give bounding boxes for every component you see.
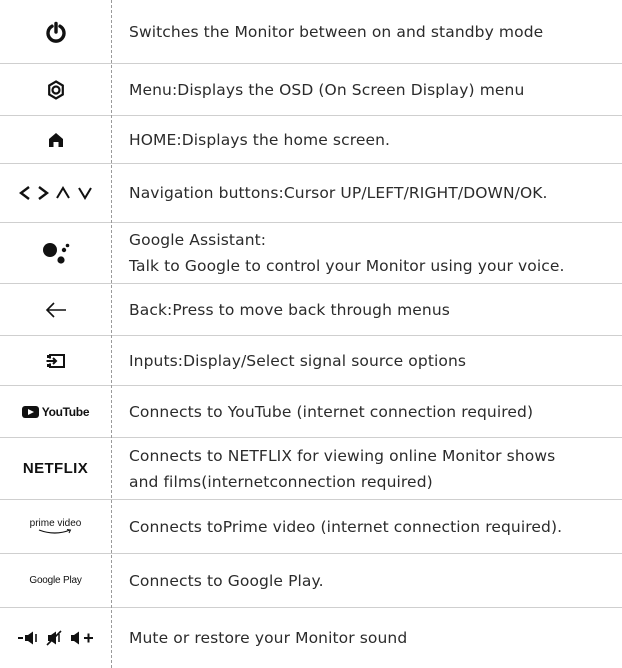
netflix-logo: NETFLIX [0, 438, 111, 499]
google-play-logo-text: Google Play [29, 575, 82, 586]
table-row: prime video Connects toPrime video (inte… [0, 500, 622, 554]
table-row: NETFLIX Connects to NETFLIX for viewing … [0, 438, 622, 500]
table-row: Google Assistant: Talk to Google to cont… [0, 223, 622, 284]
table-row: Inputs:Display/Select signal source opti… [0, 336, 622, 386]
youtube-logo: YouTube [0, 386, 111, 437]
youtube-logo-text: YouTube [41, 404, 90, 419]
table-row: Menu:Displays the OSD (On Screen Display… [0, 64, 622, 116]
google-assistant-icon [0, 223, 111, 283]
netflix-logo-text: NETFLIX [22, 460, 89, 477]
table-row: Mute or restore your Monitor sound [0, 608, 622, 668]
row-description: Talk to Google to control your Monitor u… [129, 257, 565, 275]
volume-up-icon [70, 631, 93, 645]
row-description: Connects toPrime video (internet connect… [129, 517, 563, 536]
volume-down-icon [17, 631, 37, 645]
prime-smile-icon [39, 528, 72, 534]
column-divider [111, 0, 112, 668]
prime-video-logo: prime video [0, 500, 111, 553]
youtube-play-icon [21, 405, 39, 418]
menu-gear-icon [0, 64, 111, 115]
row-description: Navigation buttons:Cursor UP/LEFT/RIGHT/… [129, 184, 548, 202]
table-row: Navigation buttons:Cursor UP/LEFT/RIGHT/… [0, 164, 622, 223]
input-source-icon [0, 336, 111, 385]
table-row: HOME:Displays the home screen. [0, 116, 622, 164]
row-description: Mute or restore your Monitor sound [129, 629, 408, 647]
row-description: HOME:Displays the home screen. [129, 130, 391, 149]
row-description: and films(internetconnection required) [129, 472, 433, 491]
prime-video-logo-text: prime video [29, 517, 82, 529]
row-description: Back:Press to move back through menus [129, 300, 450, 319]
row-description: Google Assistant: [129, 231, 267, 249]
row-description: Switches the Monitor between on and stan… [129, 22, 544, 41]
home-icon [0, 116, 111, 163]
google-play-logo: Google Play [0, 554, 111, 607]
row-description: Inputs:Display/Select signal source opti… [129, 351, 467, 370]
back-arrow-icon [0, 284, 111, 335]
row-description: Menu:Displays the OSD (On Screen Display… [129, 80, 525, 99]
table-row: Switches the Monitor between on and stan… [0, 0, 622, 64]
row-description: Connects to NETFLIX for viewing online M… [129, 446, 556, 465]
table-row: YouTube Connects to YouTube (internet co… [0, 386, 622, 438]
table-row: Google Play Connects to Google Play. [0, 554, 622, 608]
power-icon [0, 0, 111, 63]
navigation-arrows-icon [0, 164, 111, 222]
table-row: Back:Press to move back through menus [0, 284, 622, 336]
mute-icon [45, 630, 62, 646]
row-description: Connects to YouTube (internet connection… [129, 402, 534, 421]
volume-mute-icons [0, 608, 111, 668]
row-description: Connects to Google Play. [129, 571, 324, 590]
